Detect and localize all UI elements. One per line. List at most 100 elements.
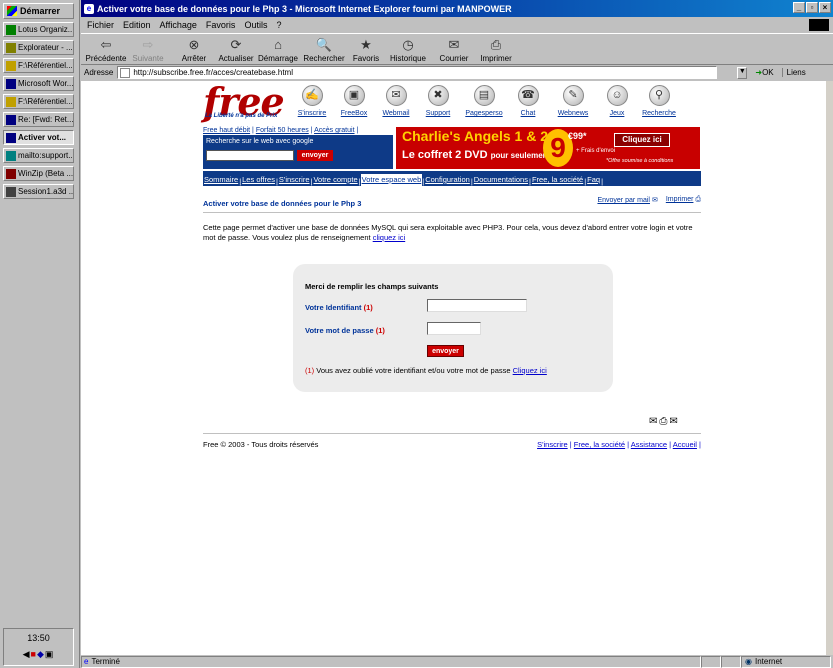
- search-icon: 🔍: [315, 37, 333, 52]
- search-input[interactable]: [206, 150, 294, 161]
- intro-text: Cette page permet d'activer une base de …: [203, 223, 693, 242]
- minimize-button[interactable]: _: [793, 2, 805, 13]
- taskbar-item[interactable]: Session1.a3d ...: [3, 184, 74, 199]
- top-link[interactable]: Accès gratuit: [314, 127, 354, 134]
- taskbar-item[interactable]: Activer vot...: [3, 130, 74, 145]
- main-nav-item[interactable]: Free, la société: [531, 174, 584, 186]
- nav-icon-label: Support: [425, 110, 451, 117]
- menu-item[interactable]: Affichage: [160, 20, 197, 30]
- toolbar-label: Actualiser: [218, 54, 254, 63]
- address-value: http://subscribe.free.fr/acces/createbas…: [133, 68, 293, 77]
- toolbar-button[interactable]: ⎙ Imprimer: [475, 34, 517, 63]
- top-link[interactable]: Free haut débit: [203, 127, 250, 134]
- tray-icons[interactable]: ◀■◆▣: [4, 649, 73, 660]
- nav-icon-label: Recherche: [642, 110, 676, 117]
- promo-banner[interactable]: Charlie's Angels 1 & 2 Le coffret 2 DVD …: [396, 127, 700, 169]
- taskbar-item-label: Explorateur - ...: [18, 43, 73, 52]
- toolbar-button[interactable]: ★ Favoris: [345, 34, 387, 63]
- nav-icon-button[interactable]: ✍ S'inscrire: [292, 85, 332, 117]
- taskbar-item[interactable]: F:\Référentiel...: [3, 94, 74, 109]
- login-input[interactable]: [427, 299, 527, 312]
- taskbar-item[interactable]: Microsoft Wor...: [3, 76, 74, 91]
- toolbar-button[interactable]: ⟳ Actualiser: [215, 34, 257, 63]
- toolbar-button[interactable]: ⇨ Suivante: [127, 34, 169, 63]
- nav-icon-button[interactable]: ⚲ Recherche: [639, 85, 679, 117]
- go-button[interactable]: ➜OK: [755, 68, 773, 77]
- top-link[interactable]: Forfait 50 heures: [256, 127, 309, 134]
- forgot-link[interactable]: Cliquez ici: [513, 366, 547, 375]
- search-label: Recherche sur le web avec google: [206, 138, 314, 145]
- taskbar-item-label: Lotus Organiz...: [18, 25, 74, 34]
- network-icon[interactable]: ▣: [45, 649, 55, 659]
- start-button[interactable]: Démarrer: [3, 3, 74, 19]
- main-nav-item[interactable]: Documentations: [473, 174, 529, 186]
- footer-link[interactable]: Free, la société: [574, 440, 625, 449]
- submit-button[interactable]: envoyer: [427, 345, 464, 357]
- maximize-button[interactable]: ▫: [806, 2, 818, 13]
- links-button[interactable]: Liens: [781, 68, 806, 77]
- app-icon: [6, 132, 16, 143]
- taskbar-item-label: Activer vot...: [18, 133, 67, 142]
- banner-cta-button[interactable]: Cliquez ici: [614, 133, 670, 147]
- app-icon: [6, 168, 16, 179]
- password-input[interactable]: [427, 322, 481, 335]
- close-button[interactable]: ×: [819, 2, 831, 13]
- volume-icon[interactable]: ◀: [23, 649, 31, 659]
- toolbar-label: Arrêter: [181, 54, 207, 63]
- print-link[interactable]: Imprimer ⎙: [666, 196, 701, 204]
- windows-logo-icon: [7, 6, 17, 16]
- main-nav-item[interactable]: Faq: [586, 174, 601, 186]
- banner-subtitle: Le coffret 2 DVD pour seulement: [402, 149, 551, 161]
- toolbar-button[interactable]: ⌂ Démarrage: [257, 34, 299, 63]
- address-input[interactable]: http://subscribe.free.fr/acces/createbas…: [117, 66, 718, 79]
- stop-icon: ⊗: [188, 37, 200, 52]
- nav-icon-button[interactable]: ☺ Jeux: [597, 85, 637, 117]
- password-label: Votre mot de passe (1): [305, 326, 385, 335]
- address-dropdown-button[interactable]: ▼: [737, 66, 748, 79]
- toolbar-button[interactable]: ◷ Historique: [387, 34, 429, 63]
- main-nav-item[interactable]: Sommaire: [203, 174, 239, 186]
- footer-link[interactable]: Assistance: [631, 440, 667, 449]
- taskbar-item[interactable]: Explorateur - ...: [3, 40, 74, 55]
- toolbar-button[interactable]: ✉ Courrier: [433, 34, 475, 63]
- vertical-scrollbar[interactable]: [826, 81, 833, 655]
- footer-icons: ✉⎙✉: [649, 416, 680, 427]
- menu-item[interactable]: Fichier: [87, 20, 114, 30]
- main-nav-item[interactable]: Votre espace web: [360, 174, 423, 186]
- app-icon: [6, 24, 16, 35]
- nav-icon-button[interactable]: ✖ Support: [418, 85, 458, 117]
- games-icon: ☺: [606, 85, 628, 106]
- menu-item[interactable]: Outils: [244, 20, 267, 30]
- toolbar-button[interactable]: ⇦ Précédente: [85, 34, 127, 63]
- shield-icon[interactable]: ◆: [37, 649, 45, 659]
- main-nav-item[interactable]: Votre compte: [312, 174, 358, 186]
- toolbar-button[interactable]: 🔍 Rechercher: [303, 34, 345, 63]
- main-nav-item[interactable]: S'inscrire: [278, 174, 311, 186]
- taskbar-item[interactable]: mailto:support...: [3, 148, 74, 163]
- taskbar-item[interactable]: Re: [Fwd: Ret...: [3, 112, 74, 127]
- menu-item[interactable]: Edition: [123, 20, 151, 30]
- footer-link[interactable]: S'inscrire: [537, 440, 568, 449]
- nav-icon-button[interactable]: ☎ Chat: [508, 85, 548, 117]
- menu-item[interactable]: ?: [276, 20, 281, 30]
- nav-icon-button[interactable]: ✎ Webnews: [553, 85, 593, 117]
- printer-icon[interactable]: ⎙: [659, 416, 669, 427]
- toolbar-button[interactable]: ⊗ Arrêter: [173, 34, 215, 63]
- main-nav-item[interactable]: Les offres: [241, 174, 276, 186]
- taskbar-item[interactable]: WinZip (Beta ...: [3, 166, 74, 181]
- menu-item[interactable]: Favoris: [206, 20, 236, 30]
- taskbar-item[interactable]: F:\Référentiel...: [3, 58, 74, 73]
- mail-icon[interactable]: ✉: [649, 416, 659, 427]
- forgot-note: (1) Vous avez oublié votre identifiant e…: [305, 366, 547, 375]
- intro-link[interactable]: cliquez ici: [373, 233, 406, 242]
- taskbar-item[interactable]: Lotus Organiz...: [3, 22, 74, 37]
- nav-icon-button[interactable]: ✉ Webmail: [376, 85, 416, 117]
- search-submit-button[interactable]: envoyer: [297, 150, 333, 161]
- mail-icon[interactable]: ✉: [669, 416, 679, 427]
- footer-link[interactable]: Accueil: [673, 440, 697, 449]
- main-nav-item[interactable]: Configuration: [424, 174, 471, 186]
- nav-icon-button[interactable]: ▣ FreeBox: [334, 85, 374, 117]
- send-mail-link[interactable]: Envoyer par mail ✉: [597, 196, 657, 204]
- app-icon: [6, 60, 16, 71]
- nav-icon-button[interactable]: ▤ Pagesperso: [464, 85, 504, 117]
